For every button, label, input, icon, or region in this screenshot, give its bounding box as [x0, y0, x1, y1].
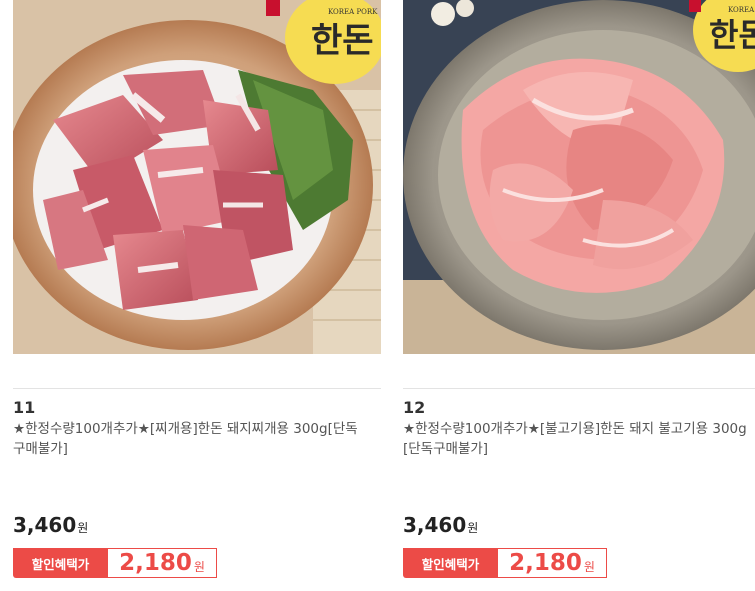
svg-text:한돈: 한돈	[311, 21, 374, 61]
discount-price: 2,180 원	[108, 548, 217, 578]
logo-text: KOREA PORK	[328, 8, 378, 16]
svg-text:한돈: 한돈	[709, 16, 755, 54]
product-image[interactable]: 한돈 KOREA PORK	[13, 0, 381, 354]
product-rank: 11	[13, 398, 36, 417]
discount-box: 할인혜택가 2,180 원	[403, 548, 607, 578]
product-rank: 12	[403, 398, 426, 417]
divider	[403, 388, 755, 389]
discount-box: 할인혜택가 2,180 원	[13, 548, 217, 578]
product-title[interactable]: ★한정수량100개추가★[불고기용]한돈 돼지 불고기용 300g[단독구매불가…	[403, 419, 753, 459]
price-unit: 원	[77, 521, 89, 535]
discount-price: 2,180 원	[498, 548, 607, 578]
product-price: 3,460원	[13, 513, 88, 537]
price-value: 3,460	[403, 513, 467, 537]
product-price: 3,460원	[403, 513, 478, 537]
pork-bulgogi-cut-image: 한돈 KOREA PORK	[403, 0, 755, 354]
discount-price-unit: 원	[583, 559, 595, 574]
product-title[interactable]: ★한정수량100개추가★[찌개용]한돈 돼지찌개용 300g[단독구매불가]	[13, 419, 365, 459]
price-unit: 원	[467, 521, 479, 535]
divider	[13, 388, 381, 389]
discount-price-value: 2,180	[509, 550, 582, 576]
logo-text: KOREA PORK	[728, 6, 755, 14]
price-value: 3,460	[13, 513, 77, 537]
product-card[interactable]: 한돈 KOREA PORK 12 ★한정수량100개추가★[불고기용]한돈 돼지…	[403, 0, 755, 591]
discount-price-unit: 원	[193, 559, 205, 574]
discount-label: 할인혜택가	[403, 548, 498, 578]
discount-label: 할인혜택가	[13, 548, 108, 578]
discount-price-value: 2,180	[119, 550, 192, 576]
product-image[interactable]: 한돈 KOREA PORK	[403, 0, 755, 354]
product-card[interactable]: 한돈 KOREA PORK 11 ★한정수량100개추가★[찌개용]한돈 돼지찌…	[13, 0, 381, 591]
pork-stew-cut-image: 한돈 KOREA PORK	[13, 0, 381, 354]
